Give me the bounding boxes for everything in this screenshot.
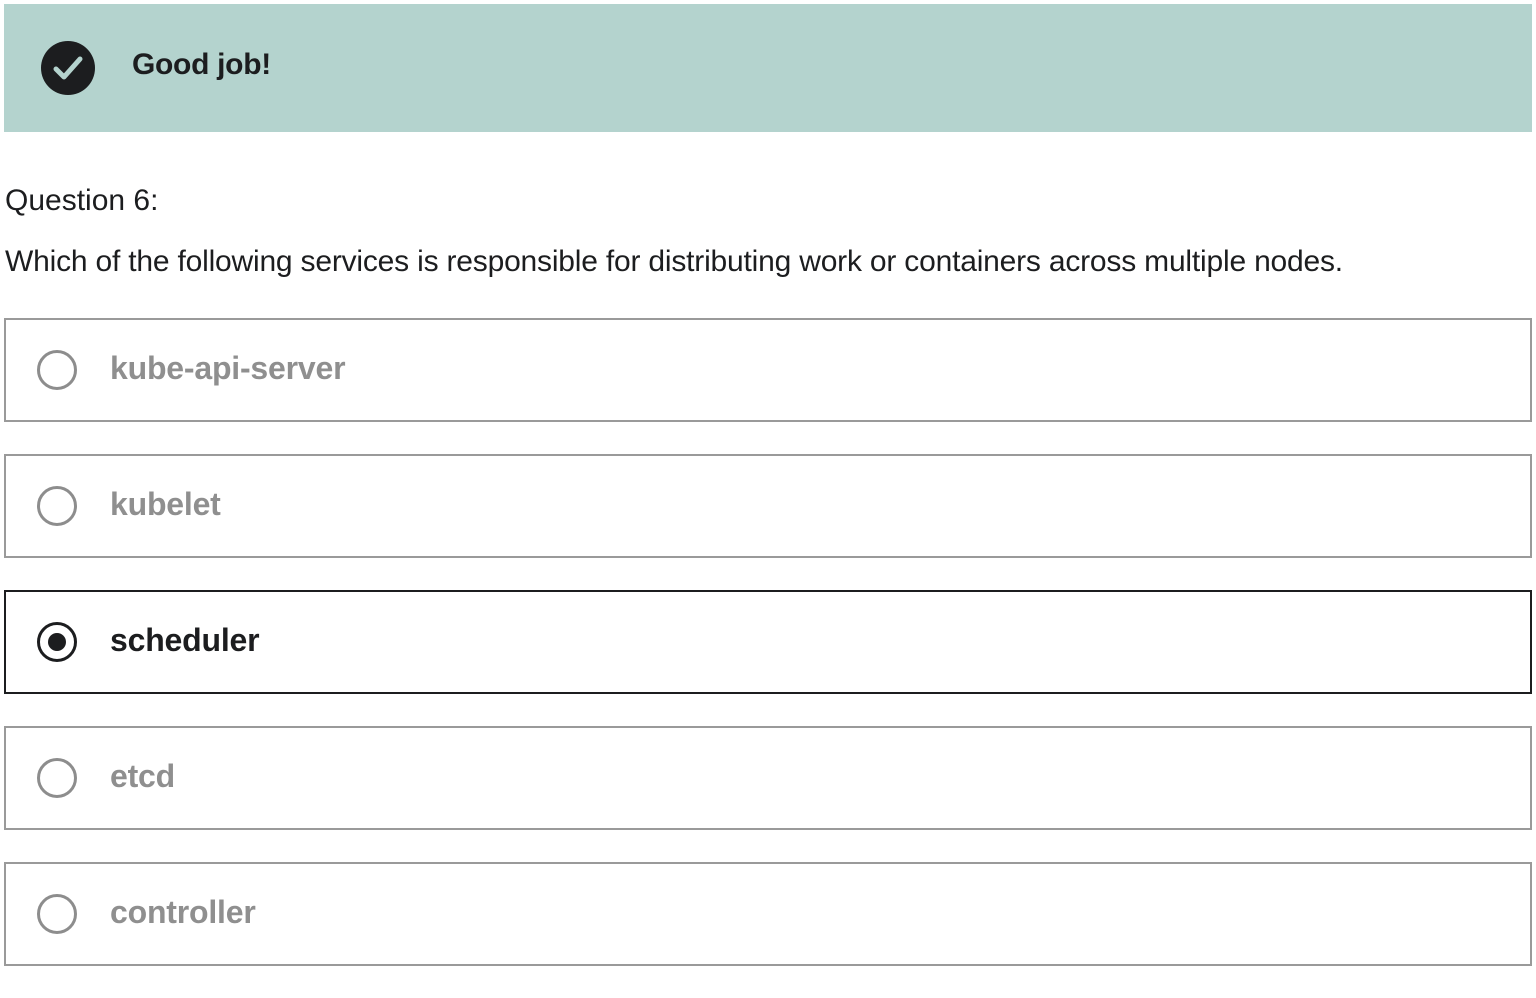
check-circle-icon [41, 41, 95, 95]
radio-button-icon[interactable] [37, 894, 77, 934]
feedback-banner: Good job! [4, 4, 1532, 132]
radio-button-icon[interactable] [37, 486, 77, 526]
question-number: Question 6: [5, 184, 159, 217]
option-label: etcd [110, 758, 175, 794]
option-label: controller [110, 894, 256, 930]
option-label: kubelet [110, 486, 221, 522]
radio-button-icon[interactable] [37, 622, 77, 662]
question-prompt: Which of the following services is respo… [5, 245, 1343, 278]
option-label: scheduler [110, 622, 260, 658]
feedback-message: Good job! [132, 48, 271, 81]
option-kube-api-server[interactable]: kube-api-server [4, 318, 1532, 422]
radio-selected-dot [48, 633, 66, 651]
option-controller[interactable]: controller [4, 862, 1532, 966]
option-etcd[interactable]: etcd [4, 726, 1532, 830]
option-scheduler[interactable]: scheduler [4, 590, 1532, 694]
option-kubelet[interactable]: kubelet [4, 454, 1532, 558]
radio-button-icon[interactable] [37, 758, 77, 798]
option-label: kube-api-server [110, 350, 346, 386]
answer-options: kube-api-server kubelet scheduler etcd c… [4, 318, 1532, 998]
radio-button-icon[interactable] [37, 350, 77, 390]
